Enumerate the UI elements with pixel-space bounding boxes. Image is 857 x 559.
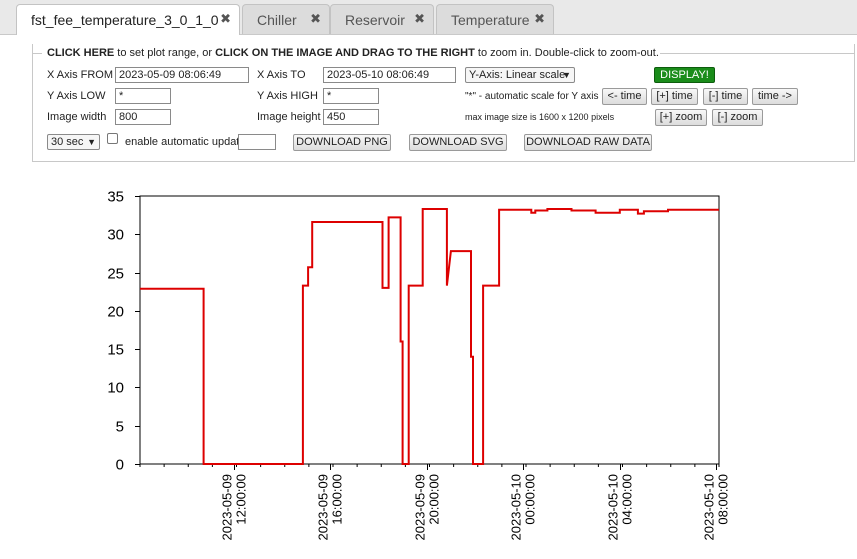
y-tick-label: 20 bbox=[107, 304, 124, 321]
y-tick-label: 5 bbox=[116, 419, 124, 436]
x-tick-label: 2023-05-10 00:00:00 bbox=[509, 474, 538, 541]
x-tick-date: 2023-05-09 bbox=[413, 474, 428, 541]
y-tick-label: 25 bbox=[107, 266, 124, 283]
x-tick-label: 2023-05-09 16:00:00 bbox=[316, 474, 345, 541]
y-tick-label: 15 bbox=[107, 342, 124, 359]
x-tick-date: 2023-05-10 bbox=[509, 474, 524, 541]
x-tick-label: 2023-05-10 08:00:00 bbox=[702, 474, 731, 541]
y-tick-label: 0 bbox=[116, 457, 124, 474]
y-tick-label: 10 bbox=[107, 380, 124, 397]
x-tick-label: 2023-05-09 12:00:00 bbox=[220, 474, 249, 541]
x-tick-time: 16:00:00 bbox=[330, 474, 345, 525]
x-tick-time: 12:00:00 bbox=[234, 474, 249, 525]
x-tick-time: 00:00:00 bbox=[523, 474, 538, 525]
x-tick-date: 2023-05-10 bbox=[606, 474, 621, 541]
x-tick-label: 2023-05-09 20:00:00 bbox=[413, 474, 442, 541]
y-tick-label: 30 bbox=[107, 227, 124, 244]
x-tick-time: 08:00:00 bbox=[716, 474, 731, 525]
x-tick-date: 2023-05-09 bbox=[220, 474, 235, 541]
y-tick-label: 35 bbox=[107, 189, 124, 206]
x-tick-label: 2023-05-10 04:00:00 bbox=[606, 474, 635, 541]
plot-frame bbox=[139, 195, 720, 465]
temperature-plot[interactable]: 051015202530352023-05-09 12:00:00 2023-05-… bbox=[0, 0, 857, 559]
x-tick-time: 04:00:00 bbox=[620, 474, 635, 525]
x-tick-date: 2023-05-09 bbox=[316, 474, 331, 541]
x-tick-time: 20:00:00 bbox=[427, 474, 442, 525]
x-tick-date: 2023-05-10 bbox=[702, 474, 717, 541]
